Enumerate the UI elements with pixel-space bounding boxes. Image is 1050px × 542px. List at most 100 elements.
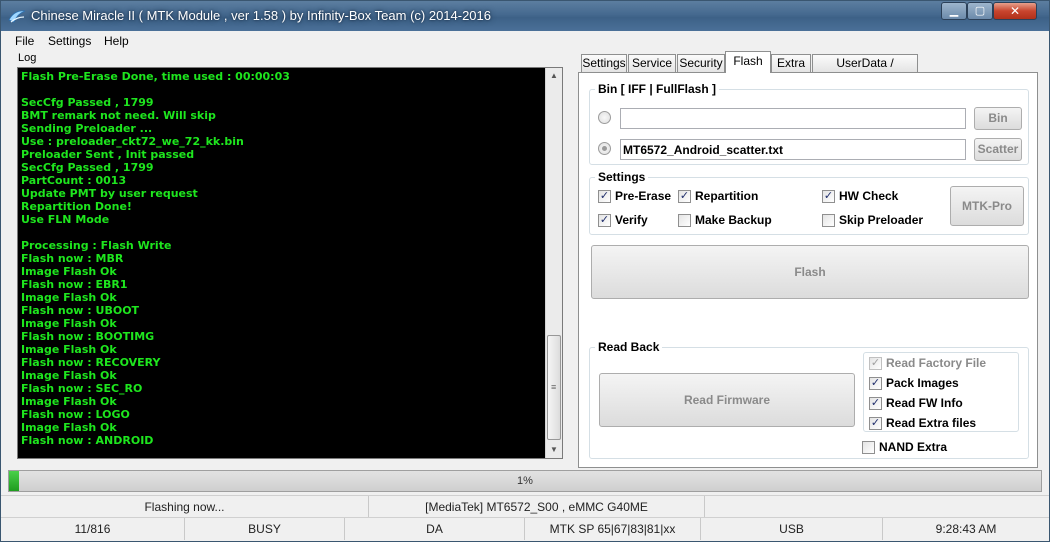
check-icon: ✓	[869, 417, 882, 430]
check-icon: ✓	[869, 357, 882, 370]
status-extra	[705, 496, 1049, 518]
tab-extra[interactable]: Extra	[771, 54, 811, 72]
log-line: Use FLN Mode	[21, 213, 110, 226]
unchecked-box-icon	[862, 441, 875, 454]
log-line: Flash now : BOOTIMG	[21, 330, 155, 343]
maximize-button[interactable]: ▢	[967, 2, 993, 20]
log-line: BMT remark not need. Will skip	[21, 109, 216, 122]
log-line: Flash Pre-Erase Done, time used : 00:00:…	[21, 70, 290, 83]
log-line: Image Flash Ok	[21, 317, 117, 330]
check-icon: ✓	[678, 190, 691, 203]
tab-flash[interactable]: Flash	[725, 51, 771, 73]
window-title: Chinese Miracle II ( MTK Module , ver 1.…	[31, 8, 492, 23]
tab-security[interactable]: Security	[677, 54, 725, 72]
status-sp: MTK SP 65|67|83|81|xx	[525, 518, 701, 540]
flash-button[interactable]: Flash	[591, 245, 1029, 299]
scroll-thumb[interactable]: ≡	[547, 335, 561, 440]
hw-check-label: HW Check	[839, 189, 899, 203]
log-line: Repartition Done!	[21, 200, 132, 213]
tab-userdata-forensic[interactable]: UserData / Forensic	[812, 54, 918, 86]
readback-group-title: Read Back	[595, 340, 663, 354]
pack-images-label: Pack Images	[886, 376, 959, 390]
main-window: Chinese Miracle II ( MTK Module , ver 1.…	[0, 0, 1050, 542]
read-extra-files-label: Read Extra files	[886, 416, 977, 430]
skip-preloader-label: Skip Preloader	[839, 213, 924, 227]
menu-settings[interactable]: Settings	[48, 34, 91, 48]
status-time: 9:28:43 AM	[935, 522, 997, 536]
log-line: SecCfg Passed , 1799	[21, 96, 154, 109]
log-line: Flash now : EBR1	[21, 278, 128, 291]
menu-bar: File Settings Help	[1, 31, 1049, 50]
status-mode: DA	[345, 518, 525, 540]
scatter-button[interactable]: Scatter	[974, 138, 1022, 161]
read-firmware-button[interactable]: Read Firmware	[599, 373, 855, 427]
log-line: Use : preloader_ckt72_we_72_kk.bin	[21, 135, 244, 148]
app-logo-icon	[8, 10, 26, 23]
menu-file[interactable]: File	[15, 34, 34, 48]
status-state: BUSY	[185, 518, 345, 540]
scroll-up-icon[interactable]: ▲	[546, 68, 562, 84]
log-line: Image Flash Ok	[21, 343, 117, 356]
status-interface: USB	[701, 518, 883, 540]
log-line: Image Flash Ok	[21, 265, 117, 278]
grip-icon: ≡	[551, 382, 557, 392]
read-factory-file-label: Read Factory File	[886, 356, 987, 370]
mtk-pro-button[interactable]: MTK-Pro	[950, 186, 1024, 226]
log-line: Flash now : MBR	[21, 252, 124, 265]
unchecked-box-icon	[822, 214, 835, 227]
bin-group: Bin [ IFF | FullFlash ] Bin MT6572_Andro…	[589, 82, 1029, 165]
log-line: Flash now : SEC_RO	[21, 382, 143, 395]
check-icon: ✓	[822, 190, 835, 203]
bin-button[interactable]: Bin	[974, 107, 1022, 130]
log-line: Processing : Flash Write	[21, 239, 172, 252]
log-line: Image Flash Ok	[21, 421, 117, 434]
tab-service[interactable]: Service	[628, 54, 676, 72]
status-bar-top: Flashing now... [MediaTek] MT6572_S00 , …	[1, 495, 1049, 518]
menu-help[interactable]: Help	[104, 34, 129, 48]
log-line: Flash now : UBOOT	[21, 304, 140, 317]
check-icon: ✓	[598, 214, 611, 227]
log-label: Log	[18, 52, 37, 64]
repartition-label: Repartition	[695, 189, 759, 203]
minimize-button[interactable]: ▁	[941, 2, 967, 20]
log-scrollbar[interactable]: ▲ ≡ ▼	[545, 68, 562, 458]
close-button[interactable]: ✕	[993, 2, 1037, 20]
log-line: Image Flash Ok	[21, 291, 117, 304]
settings-group-title: Settings	[595, 170, 649, 184]
iff-path-field[interactable]	[620, 108, 966, 129]
log-line: Sending Preloader ...	[21, 122, 153, 135]
check-icon: ✓	[869, 397, 882, 410]
flash-tab-page: Bin [ IFF | FullFlash ] Bin MT6572_Andro…	[578, 72, 1038, 468]
pre-erase-label: Pre-Erase	[615, 189, 672, 203]
status-device: [MediaTek] MT6572_S00 , eMMC G40ME	[369, 496, 705, 518]
nand-extra-label: NAND Extra	[879, 440, 948, 454]
verify-label: Verify	[615, 213, 648, 227]
scatter-radio[interactable]	[598, 142, 611, 155]
settings-group: Settings ✓ Pre-Erase ✓ Repartition ✓ HW …	[589, 170, 1029, 235]
check-icon: ✓	[869, 377, 882, 390]
unchecked-box-icon	[678, 214, 691, 227]
log-line: Update PMT by user request	[21, 187, 198, 200]
title-bar[interactable]: Chinese Miracle II ( MTK Module , ver 1.…	[1, 1, 1049, 31]
log-line: Flash now : RECOVERY	[21, 356, 161, 369]
progress-bar: 1%	[8, 470, 1042, 492]
log-lines: Flash Pre-Erase Done, time used : 00:00:…	[21, 70, 541, 447]
make-backup-label: Make Backup	[695, 213, 772, 227]
status-message: Flashing now...	[1, 496, 369, 518]
log-output[interactable]: Flash Pre-Erase Done, time used : 00:00:…	[17, 67, 563, 459]
log-line: Flash now : LOGO	[21, 408, 130, 421]
tab-settings[interactable]: Settings	[581, 54, 627, 72]
progress-text: 1%	[517, 475, 533, 487]
status-count: 11/816	[1, 518, 185, 540]
log-line: PartCount : 0013	[21, 174, 127, 187]
log-line: Image Flash Ok	[21, 395, 117, 408]
bin-group-title: Bin [ IFF | FullFlash ]	[595, 82, 720, 96]
iff-radio[interactable]	[598, 111, 611, 124]
log-line: SecCfg Passed , 1799	[21, 161, 154, 174]
scatter-path-field[interactable]: MT6572_Android_scatter.txt	[620, 139, 966, 160]
status-bar-bottom: 11/816 BUSY DA MTK SP 65|67|83|81|xx USB…	[1, 517, 1049, 540]
scroll-down-icon[interactable]: ▼	[546, 442, 562, 458]
readback-group: Read Back Read Firmware ✓ Read Factory F…	[589, 340, 1029, 459]
